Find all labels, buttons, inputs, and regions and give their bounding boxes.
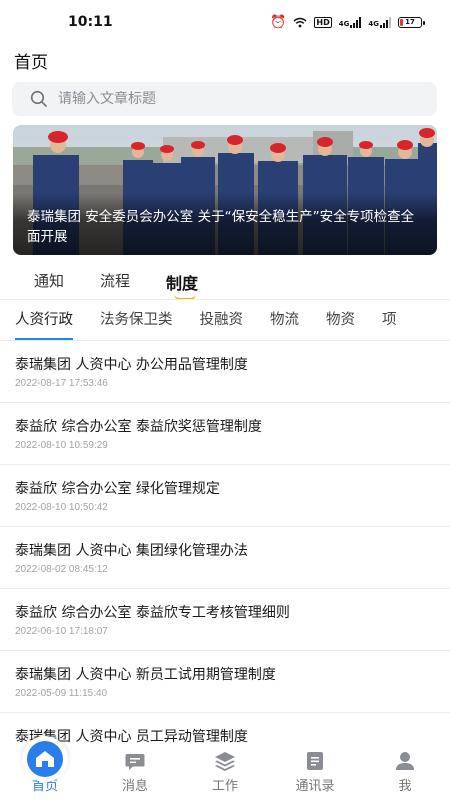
nav-home[interactable]: 首页 — [0, 736, 90, 800]
nav-messages[interactable]: 消息 — [90, 748, 180, 800]
signal-2-icon: 4G — [368, 16, 391, 28]
article-title: 泰瑞集团 人资中心 集团绿化管理办法 — [15, 543, 248, 559]
banner-carousel[interactable]: 泰瑞集团 安全委员会办公室 关于“保安全稳生产”安全专项检查全面开展 — [13, 125, 437, 255]
article-list: 泰瑞集团 人资中心 办公用品管理制度 2022-08-17 17:53:46 泰… — [0, 341, 450, 775]
contacts-icon — [307, 752, 323, 770]
alarm-icon: ⏰ — [270, 14, 287, 30]
nav-contacts[interactable]: 通讯录 — [270, 748, 360, 800]
status-time: 10:11 — [68, 14, 113, 30]
wifi-icon — [293, 17, 307, 27]
status-icons: ⏰ HD 4G 4G 17 — [270, 14, 425, 30]
list-item[interactable]: 泰瑞集团 人资中心 新员工试用期管理制度 2022-05-09 11:15:40 — [0, 651, 450, 713]
subtab-legal-security[interactable]: 法务保卫类 — [100, 300, 173, 340]
subtab-materials[interactable]: 物资 — [326, 300, 355, 340]
user-icon — [396, 752, 414, 770]
article-date: 2022-08-17 17:53:46 — [15, 378, 108, 389]
subtab-logistics[interactable]: 物流 — [270, 300, 299, 340]
article-title: 泰瑞集团 人资中心 办公用品管理制度 — [15, 357, 248, 373]
search-input[interactable] — [58, 91, 418, 107]
subtab-hr-admin[interactable]: 人资行政 — [15, 300, 73, 340]
layers-icon — [215, 752, 235, 771]
article-title: 泰益欣 综合办公室 绿化管理规定 — [15, 481, 220, 497]
article-date: 2022-08-02 08:45:12 — [15, 564, 108, 575]
sub-tabs[interactable]: 人资行政 法务保卫类 投融资 物流 物资 项 — [0, 300, 450, 340]
article-date: 2022-08-10 10:50:42 — [15, 502, 108, 513]
status-bar: 10:11 ⏰ HD 4G 4G 17 — [0, 0, 450, 44]
subtab-investment[interactable]: 投融资 — [200, 300, 244, 340]
article-title: 泰益欣 综合办公室 泰益欣奖惩管理制度 — [15, 419, 262, 435]
article-date: 2022-06-10 17:18:07 — [15, 626, 108, 637]
battery-icon: 17 — [398, 16, 425, 28]
search-icon — [30, 90, 47, 107]
article-title: 泰益欣 综合办公室 泰益欣专工考核管理细则 — [15, 605, 290, 621]
search-bar[interactable] — [12, 82, 437, 116]
list-item[interactable]: 泰瑞集团 人资中心 集团绿化管理办法 2022-08-02 08:45:12 — [0, 527, 450, 589]
list-item[interactable]: 泰益欣 综合办公室 绿化管理规定 2022-08-10 10:50:42 — [0, 465, 450, 527]
nav-work[interactable]: 工作 — [180, 748, 270, 800]
list-item[interactable]: 泰瑞集团 人资中心 办公用品管理制度 2022-08-17 17:53:46 — [0, 341, 450, 403]
signal-1-icon: 4G — [339, 16, 362, 28]
tab-notice[interactable]: 通知 — [34, 264, 64, 291]
list-item[interactable]: 泰益欣 综合办公室 泰益欣奖惩管理制度 2022-08-10 10:59:29 — [0, 403, 450, 465]
bottom-nav: 首页 消息 工作 通讯录 我 — [0, 736, 450, 800]
article-date: 2022-08-10 10:59:29 — [15, 440, 108, 451]
article-date: 2022-05-09 11:15:40 — [15, 688, 108, 699]
nav-label: 消息 — [121, 779, 148, 794]
list-item[interactable]: 泰益欣 综合办公室 泰益欣专工考核管理细则 2022-06-10 17:18:0… — [0, 589, 450, 651]
hd-badge: HD — [314, 16, 332, 28]
article-title: 泰瑞集团 人资中心 员工异动管理制度 — [15, 729, 248, 745]
tab-policy[interactable]: 制度 — [166, 264, 198, 300]
main-tabs: 通知 流程 制度 — [0, 264, 450, 300]
message-icon — [125, 754, 145, 770]
subtab-project[interactable]: 项 — [382, 300, 397, 340]
tab-process[interactable]: 流程 — [100, 264, 130, 291]
article-title: 泰瑞集团 人资中心 新员工试用期管理制度 — [15, 667, 276, 683]
nav-label: 通讯录 — [295, 779, 335, 794]
nav-label: 工作 — [211, 779, 238, 794]
page-title: 首页 — [14, 53, 48, 73]
nav-label: 我 — [398, 779, 412, 794]
banner-caption: 泰瑞集团 安全委员会办公室 关于“保安全稳生产”安全专项检查全面开展 — [13, 193, 437, 255]
nav-me[interactable]: 我 — [360, 748, 450, 800]
home-icon — [22, 736, 68, 782]
